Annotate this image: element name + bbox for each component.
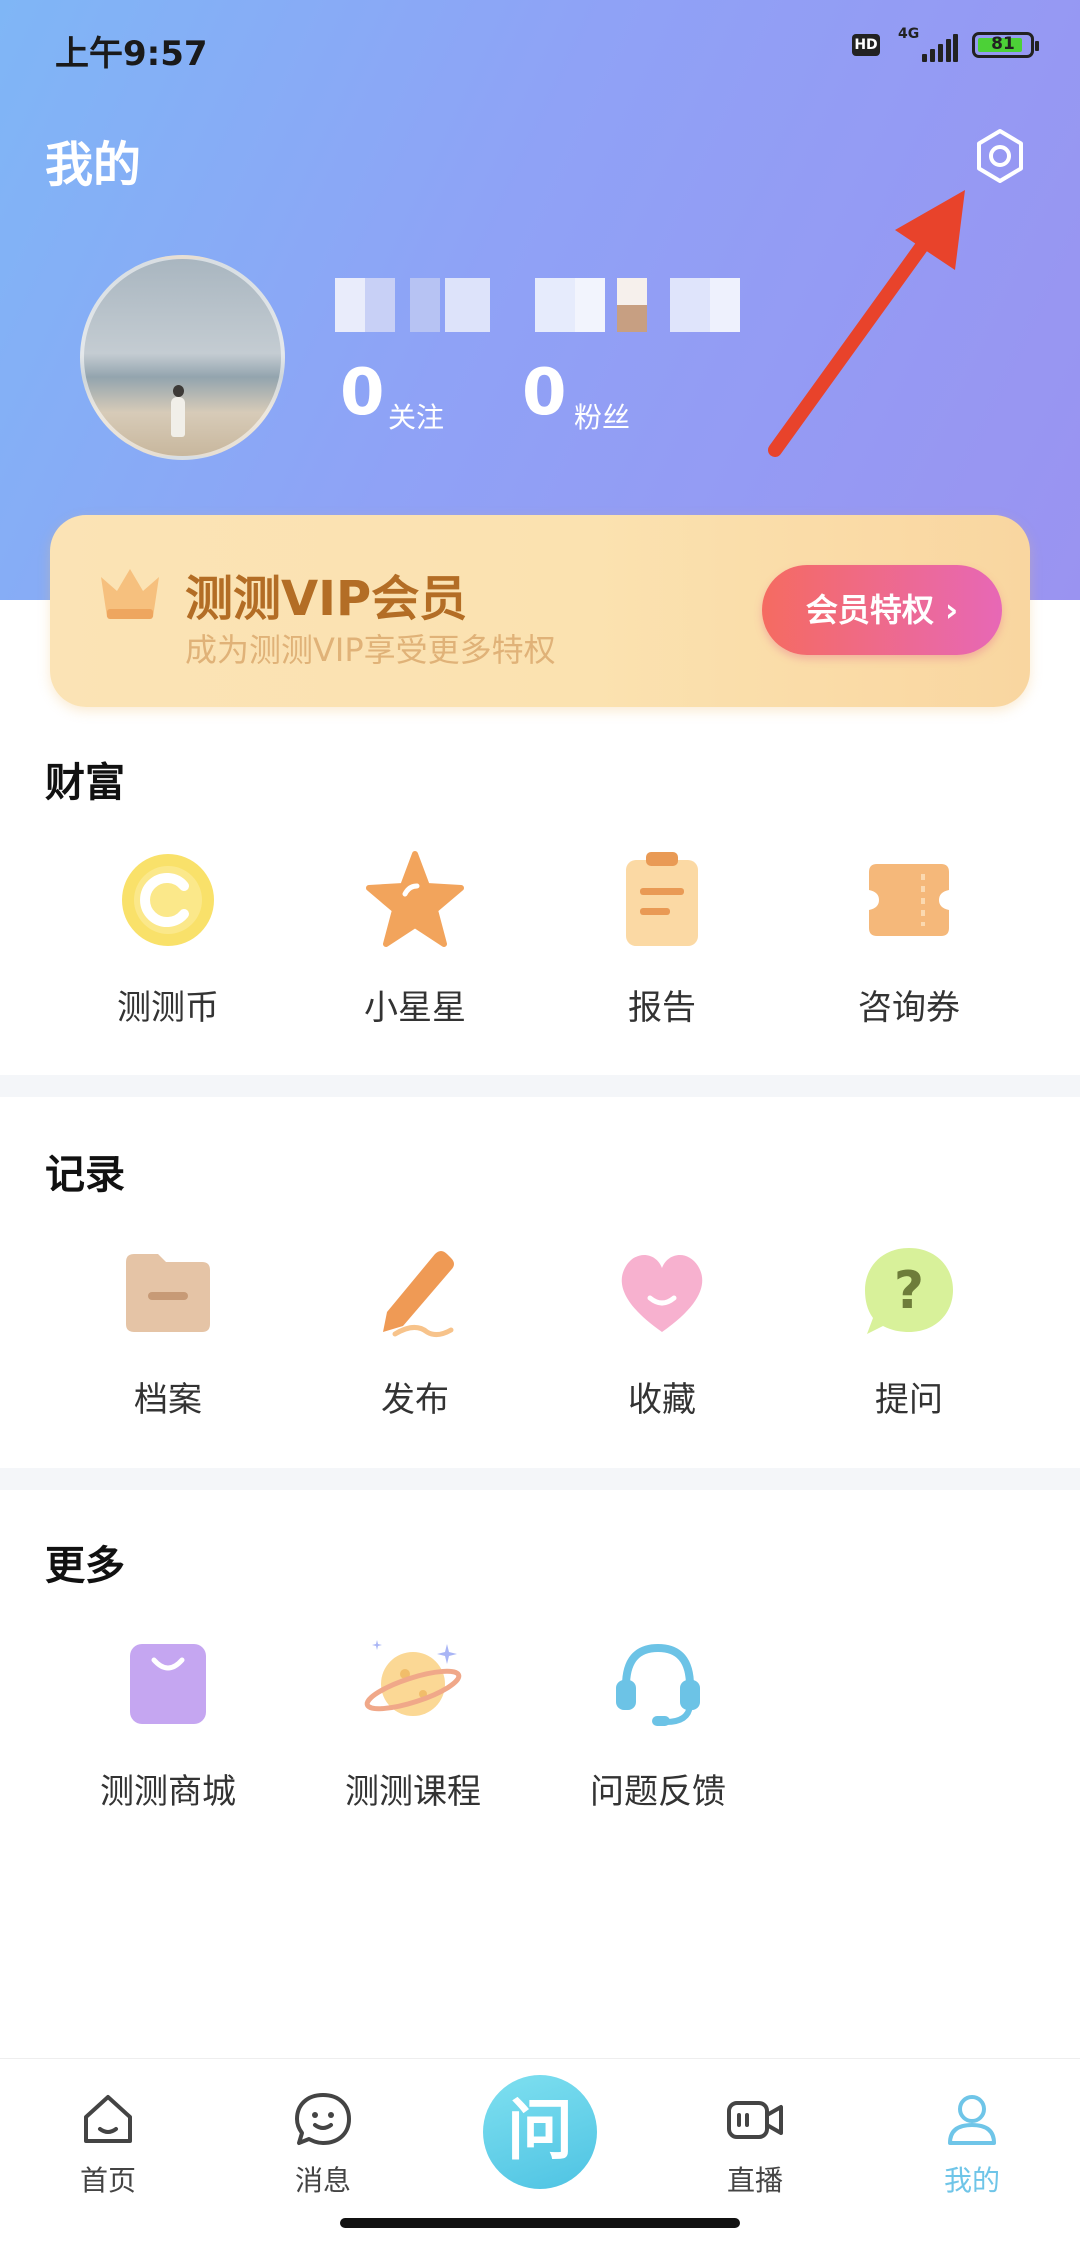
grid-item-coupon[interactable]: 咨询券 xyxy=(809,850,1009,1029)
grid-item-favorites[interactable]: 收藏 xyxy=(562,1242,762,1421)
star-icon xyxy=(366,851,464,947)
home-indicator xyxy=(340,2218,740,2228)
page-title: 我的 xyxy=(45,137,142,193)
grid-item-report[interactable]: 报告 xyxy=(562,850,762,1029)
grid-item-label: 收藏 xyxy=(628,1380,696,1420)
signal-icon xyxy=(922,32,958,62)
grid-item-label: 测测币 xyxy=(117,988,219,1028)
battery-icon: 81 xyxy=(972,32,1039,58)
headset-icon xyxy=(616,1643,700,1726)
section-title-wealth: 财富 xyxy=(45,760,125,806)
tab-live[interactable]: 直播 xyxy=(695,2089,815,2199)
question-bubble-icon: ? xyxy=(865,1248,953,1334)
grid-item-archive[interactable]: 档案 xyxy=(68,1242,268,1421)
home-icon xyxy=(84,2095,132,2143)
vip-subtitle: 成为测测VIP享受更多特权 xyxy=(185,631,556,669)
heart-icon xyxy=(621,1254,703,1332)
grid-item-publish[interactable]: 发布 xyxy=(315,1242,515,1421)
folder-icon xyxy=(126,1254,210,1332)
video-camera-icon xyxy=(727,2101,783,2139)
planet-icon xyxy=(364,1640,462,1716)
grid-item-courses[interactable]: 测测课程 xyxy=(313,1634,513,1813)
grid-item-feedback[interactable]: 问题反馈 xyxy=(558,1634,758,1813)
username-blurred xyxy=(335,278,765,332)
section-divider xyxy=(0,1468,1080,1490)
pencil-icon xyxy=(383,1251,454,1338)
avatar[interactable] xyxy=(80,255,285,460)
grid-item-shop[interactable]: 测测商城 xyxy=(68,1634,268,1813)
tab-home[interactable]: 首页 xyxy=(48,2089,168,2199)
grid-item-label: 小星星 xyxy=(364,988,466,1028)
grid-item-coins[interactable]: 测测币 xyxy=(68,850,268,1029)
grid-item-label: 报告 xyxy=(628,988,696,1028)
tab-mine[interactable]: 我的 xyxy=(912,2089,1032,2199)
shopping-bag-icon xyxy=(130,1644,206,1724)
coin-icon xyxy=(122,854,214,946)
following-label[interactable]: 关注 xyxy=(388,396,444,436)
tab-label: 首页 xyxy=(79,2164,136,2197)
svg-text:?: ? xyxy=(894,1261,924,1321)
followers-label[interactable]: 粉丝 xyxy=(574,396,630,436)
status-time: 上午9:57 xyxy=(55,34,208,74)
tab-label: 我的 xyxy=(943,2164,1000,2197)
following-count[interactable]: 0 xyxy=(340,356,385,430)
status-bar: 上午9:57 HD 4G 81 xyxy=(0,0,1080,90)
crown-icon xyxy=(101,569,159,619)
hd-badge: HD xyxy=(852,34,880,56)
avatar-photo-head xyxy=(173,385,184,397)
user-profile-icon xyxy=(948,2095,996,2145)
tab-label: 消息 xyxy=(294,2164,351,2197)
followers-count[interactable]: 0 xyxy=(522,356,567,430)
section-title-more: 更多 xyxy=(45,1543,125,1589)
vip-privileges-button[interactable]: 会员特权 › xyxy=(762,565,1002,655)
ask-center-button[interactable]: 问 xyxy=(483,2075,597,2189)
battery-level: 81 xyxy=(991,34,1015,54)
grid-item-label: 档案 xyxy=(134,1380,202,1420)
tab-label: 直播 xyxy=(726,2164,783,2197)
annotation-arrow-icon xyxy=(768,190,965,457)
grid-item-stars[interactable]: 小星星 xyxy=(315,850,515,1029)
coupon-ticket-icon xyxy=(869,864,949,936)
section-divider xyxy=(0,1075,1080,1097)
report-clipboard-icon xyxy=(626,852,698,946)
grid-item-label: 发布 xyxy=(381,1380,449,1420)
grid-item-label: 问题反馈 xyxy=(590,1772,726,1812)
vip-title: 测测VIP会员 xyxy=(185,571,468,627)
network-label: 4G xyxy=(898,26,920,42)
grid-item-label: 测测课程 xyxy=(345,1772,481,1812)
settings-gear-icon[interactable] xyxy=(972,128,1028,184)
chat-bubble-icon xyxy=(295,2093,351,2145)
grid-item-label: 测测商城 xyxy=(100,1772,236,1812)
avatar-photo-figure xyxy=(171,397,185,437)
section-title-records: 记录 xyxy=(45,1152,125,1198)
grid-item-ask[interactable]: ? 提问 xyxy=(809,1242,1009,1421)
grid-item-label: 咨询券 xyxy=(858,988,960,1028)
grid-item-label: 提问 xyxy=(875,1380,943,1420)
vip-banner[interactable]: 测测VIP会员 成为测测VIP享受更多特权 会员特权 › xyxy=(50,515,1030,707)
tab-messages[interactable]: 消息 xyxy=(263,2089,383,2199)
